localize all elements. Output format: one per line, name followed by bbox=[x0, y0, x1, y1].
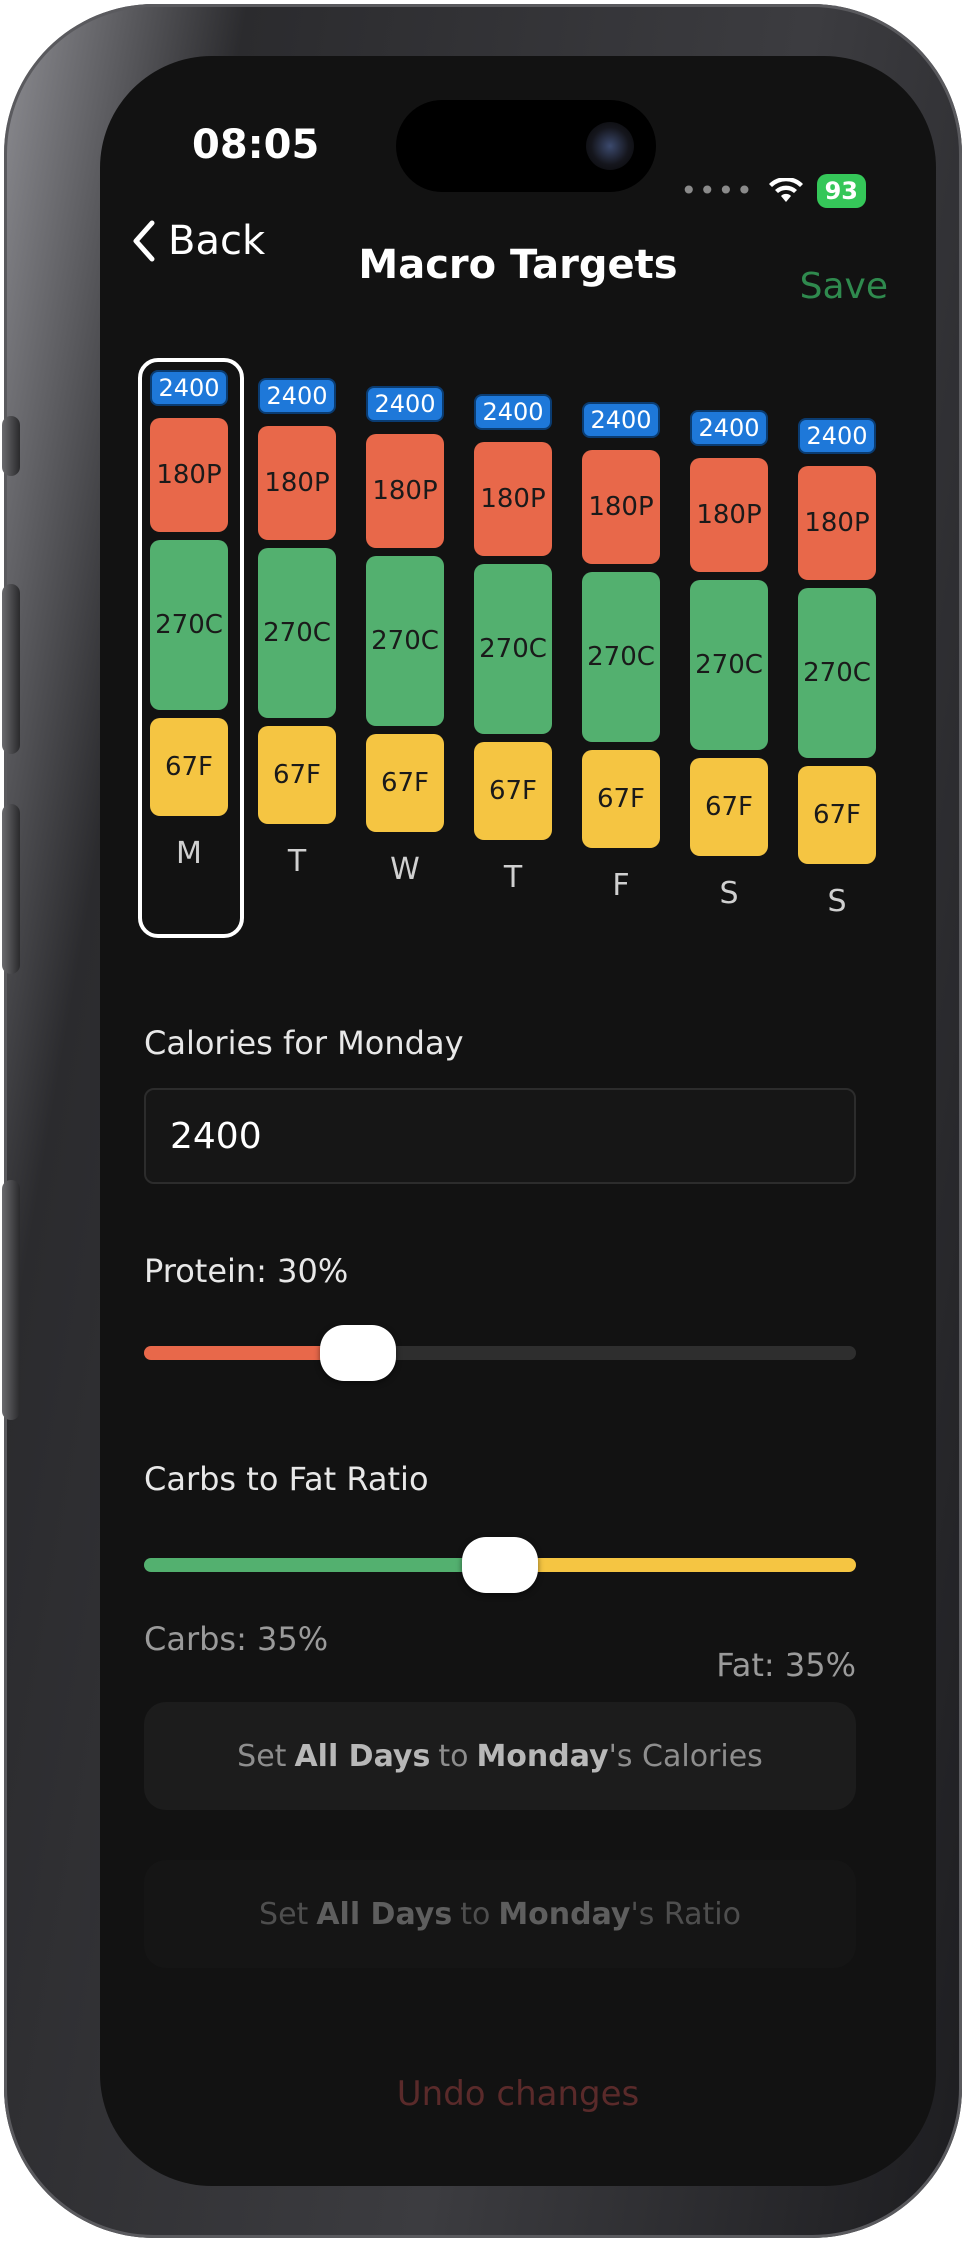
calories-chip: 2400 bbox=[582, 402, 660, 438]
set-all-days-ratio-button[interactable]: Set All Days to Monday's Ratio bbox=[144, 1860, 856, 1968]
calories-input[interactable]: 2400 bbox=[144, 1088, 856, 1184]
volume-up-button bbox=[2, 584, 20, 754]
carbs-block: 270C bbox=[258, 548, 336, 718]
ratio-label: Carbs to Fat Ratio bbox=[144, 1460, 429, 1498]
signal-icon: •••• bbox=[680, 174, 755, 207]
fat-block: 67F bbox=[690, 758, 768, 856]
calories-chip: 2400 bbox=[798, 418, 876, 454]
action-text: Set bbox=[237, 1738, 287, 1774]
action-text: Set bbox=[259, 1896, 309, 1932]
day-letter: T bbox=[287, 844, 307, 879]
power-button bbox=[2, 1180, 20, 1420]
carbs-block: 270C bbox=[582, 572, 660, 742]
carbs-block: 270C bbox=[690, 580, 768, 750]
carbs-percent-label: Carbs: 35% bbox=[144, 1620, 329, 1658]
carbs-block: 270C bbox=[150, 540, 228, 710]
protein-block: 180P bbox=[690, 458, 768, 572]
ratio-slider-thumb[interactable] bbox=[462, 1537, 538, 1593]
camera-icon bbox=[586, 122, 634, 170]
protein-block: 180P bbox=[150, 418, 228, 532]
calories-label: Calories for Monday bbox=[144, 1024, 464, 1062]
fat-block: 67F bbox=[366, 734, 444, 832]
carbs-fat-ratio-slider[interactable] bbox=[144, 1537, 856, 1593]
fat-block: 67F bbox=[474, 742, 552, 840]
fat-block: 67F bbox=[258, 726, 336, 824]
day-letter: F bbox=[612, 868, 630, 903]
day-column-friday[interactable]: 2400 180P 270C 67F F bbox=[582, 402, 660, 903]
action-text-bold: All Days bbox=[294, 1738, 431, 1774]
phone-frame: 08:05 •••• 93 Back Macro Targets Save 24… bbox=[2, 4, 962, 2238]
day-column-wednesday[interactable]: 2400 180P 270C 67F W bbox=[366, 386, 444, 887]
save-button[interactable]: Save bbox=[800, 266, 888, 307]
fat-percent-label: Fat: 35% bbox=[716, 1646, 856, 1684]
carbs-block: 270C bbox=[366, 556, 444, 726]
set-all-days-calories-button[interactable]: Set All Days to Monday's Calories bbox=[144, 1702, 856, 1810]
battery-indicator: 93 bbox=[816, 174, 866, 208]
carbs-block: 270C bbox=[474, 564, 552, 734]
day-column-saturday[interactable]: 2400 180P 270C 67F S bbox=[690, 410, 768, 911]
protein-block: 180P bbox=[582, 450, 660, 564]
undo-changes-button[interactable]: Undo changes bbox=[100, 2074, 936, 2114]
day-column-monday[interactable]: 2400 180P 270C 67F M bbox=[138, 358, 244, 938]
fat-block: 67F bbox=[582, 750, 660, 848]
calories-chip: 2400 bbox=[366, 386, 444, 422]
volume-down-button bbox=[2, 804, 20, 974]
protein-slider-thumb[interactable] bbox=[319, 1325, 396, 1381]
day-column-sunday[interactable]: 2400 180P 270C 67F S bbox=[798, 418, 876, 919]
carbs-block: 270C bbox=[798, 588, 876, 758]
wifi-icon bbox=[768, 178, 803, 202]
calories-chip: 2400 bbox=[690, 410, 768, 446]
action-text-bold: Monday bbox=[476, 1738, 609, 1774]
protein-block: 180P bbox=[798, 466, 876, 580]
action-text-bold: All Days bbox=[316, 1896, 453, 1932]
fat-block: 67F bbox=[798, 766, 876, 864]
day-column-thursday[interactable]: 2400 180P 270C 67F T bbox=[474, 394, 552, 895]
status-indicators: •••• 93 bbox=[681, 174, 866, 208]
day-letter: S bbox=[827, 884, 847, 919]
status-time: 08:05 bbox=[192, 122, 320, 168]
action-text: 's Calories bbox=[608, 1738, 763, 1774]
silent-switch bbox=[2, 416, 20, 476]
action-text: 's Ratio bbox=[630, 1896, 741, 1932]
action-text: to bbox=[438, 1738, 469, 1774]
fat-block: 67F bbox=[150, 718, 228, 816]
app-screen: 08:05 •••• 93 Back Macro Targets Save 24… bbox=[100, 56, 936, 2186]
calories-chip: 2400 bbox=[474, 394, 552, 430]
protein-label: Protein: 30% bbox=[144, 1252, 349, 1290]
calories-chip: 2400 bbox=[258, 378, 336, 414]
day-letter: W bbox=[390, 852, 420, 887]
weekday-macro-selector: 2400 180P 270C 67F M 2400 180P 270C 67F … bbox=[138, 346, 896, 966]
day-letter: T bbox=[503, 860, 523, 895]
dynamic-island bbox=[396, 100, 656, 192]
protein-block: 180P bbox=[258, 426, 336, 540]
day-letter: M bbox=[176, 836, 202, 871]
action-text-bold: Monday bbox=[498, 1896, 631, 1932]
protein-block: 180P bbox=[366, 434, 444, 548]
action-text: to bbox=[460, 1896, 491, 1932]
day-column-tuesday[interactable]: 2400 180P 270C 67F T bbox=[258, 378, 336, 879]
protein-block: 180P bbox=[474, 442, 552, 556]
protein-slider[interactable] bbox=[144, 1325, 856, 1381]
calories-chip: 2400 bbox=[150, 370, 228, 406]
day-letter: S bbox=[719, 876, 739, 911]
